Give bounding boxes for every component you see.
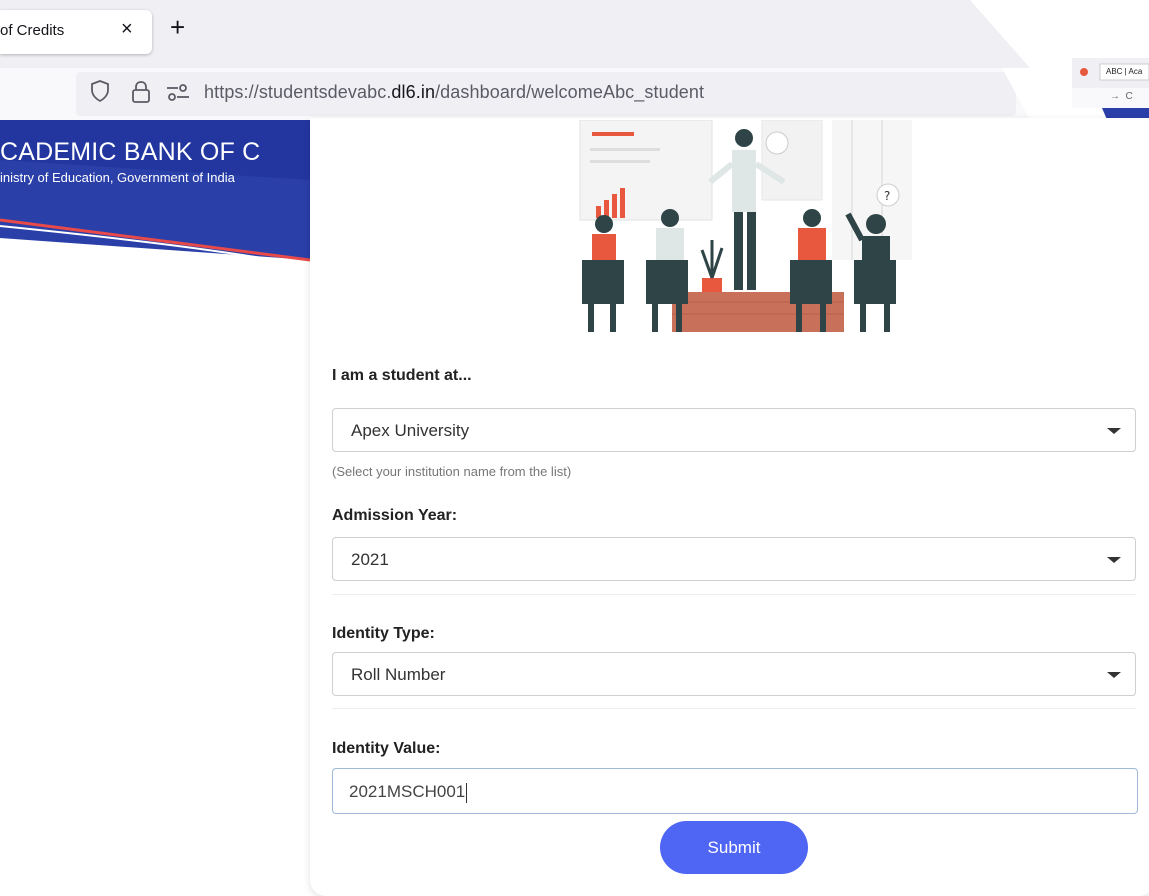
institution-selected-value: Apex University (351, 421, 470, 440)
admission-year-label: Admission Year: (332, 507, 458, 524)
identity-type-label: Identity Type: (332, 625, 435, 642)
submit-button[interactable]: Submit (660, 821, 808, 874)
chevron-down-icon (1107, 672, 1121, 678)
identity-value-label: Identity Value: (332, 740, 441, 757)
identity-type-selected-value: Roll Number (351, 665, 446, 684)
browser-tab[interactable]: of Credits × (0, 10, 152, 54)
svg-text:?: ? (884, 189, 890, 203)
url-domain: dl6.in (391, 82, 436, 102)
shield-icon[interactable] (90, 80, 110, 102)
tab-close-icon[interactable]: × (121, 18, 133, 41)
tab-title: of Credits (0, 22, 65, 39)
identity-value-text: 2021MSCH001 (349, 782, 466, 801)
classroom-illustration: ? (579, 120, 912, 332)
admission-year-selected-value: 2021 (351, 550, 389, 569)
identity-value-input[interactable]: 2021MSCH001 (332, 768, 1138, 814)
admission-year-select[interactable]: 2021 (332, 537, 1136, 581)
background-nav-icons: → C (1110, 91, 1133, 102)
divider (332, 584, 1136, 595)
permissions-icon[interactable] (166, 84, 190, 102)
divider (332, 698, 1136, 709)
lock-icon[interactable] (130, 80, 152, 104)
identity-type-select[interactable]: Roll Number (332, 652, 1136, 696)
url-path: /dashboard/welcomeAbc_student (435, 82, 705, 102)
tab-strip: of Credits × + (0, 0, 1149, 68)
text-cursor (466, 782, 468, 803)
url-prefix: https://studentsdevabc. (204, 82, 392, 102)
chevron-down-icon (1107, 557, 1121, 563)
background-tab-title: ABC | Aca (1106, 67, 1143, 76)
page-title: CADEMIC BANK OF C (0, 138, 261, 166)
new-tab-button[interactable]: + (170, 14, 185, 40)
tab-strip-background (0, 0, 1030, 68)
url-text[interactable]: https://studentsdevabc.dl6.in/dashboard/… (204, 82, 704, 103)
institution-select[interactable]: Apex University (332, 408, 1136, 452)
page-subtitle: inistry of Education, Government of Indi… (0, 170, 235, 185)
chevron-down-icon (1107, 428, 1121, 434)
institution-help-text: (Select your institution name from the l… (332, 464, 572, 479)
institution-label: I am a student at... (332, 367, 472, 384)
